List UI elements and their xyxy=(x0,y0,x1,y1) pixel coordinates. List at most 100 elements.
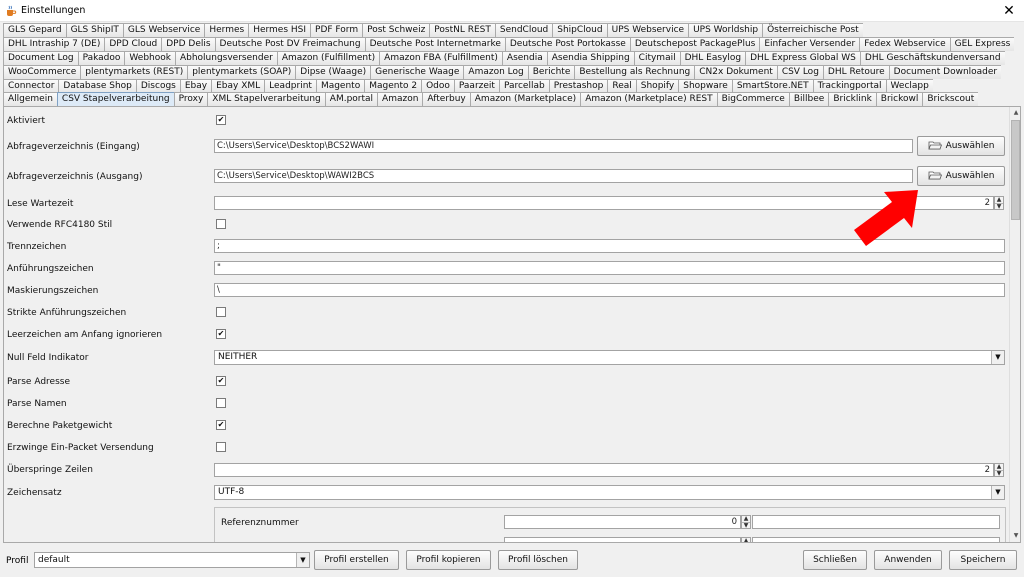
tab-amazon-marketplace[interactable]: Amazon (Marketplace) xyxy=(469,92,582,106)
profil-erstellen-button[interactable]: Profil erstellen xyxy=(314,550,399,570)
tab-shipcloud[interactable]: ShipCloud xyxy=(552,23,608,37)
tab-dhl-intraship-7-de[interactable]: DHL Intraship 7 (DE) xyxy=(3,37,106,51)
referenz-spinner-field[interactable]: 0 xyxy=(504,515,741,529)
tab-deutsche-post-internetmarke[interactable]: Deutsche Post Internetmarke xyxy=(364,37,506,51)
tab-shopware[interactable]: Shopware xyxy=(678,79,733,93)
tab-csv-log[interactable]: CSV Log xyxy=(776,65,824,79)
tab-trackingportal[interactable]: Trackingportal xyxy=(812,79,887,93)
tab-discogs[interactable]: Discogs xyxy=(135,79,181,93)
parse-adresse-checkbox[interactable]: ✔ xyxy=(216,376,226,386)
chevron-down-icon[interactable]: ▼ xyxy=(296,553,309,567)
zeichensatz-select[interactable]: UTF-8 ▼ xyxy=(214,485,1005,500)
tab-brickscout[interactable]: Brickscout xyxy=(922,92,979,106)
tab-billbee[interactable]: Billbee xyxy=(788,92,830,106)
tab-dhl-easylog[interactable]: DHL Easylog xyxy=(679,51,747,65)
spin-down-icon[interactable]: ▼ xyxy=(995,203,1003,210)
profil-kopieren-button[interactable]: Profil kopieren xyxy=(406,550,491,570)
tab-connector[interactable]: Connector xyxy=(3,79,60,93)
tab-real[interactable]: Real xyxy=(607,79,637,93)
tab-gls-webservice[interactable]: GLS Webservice xyxy=(122,23,206,37)
tab-asendia[interactable]: Asendia xyxy=(501,51,548,65)
tab-asendia-shipping[interactable]: Asendia Shipping xyxy=(546,51,635,65)
ausgang-choose-button[interactable]: Auswählen xyxy=(917,166,1005,186)
einpacket-checkbox[interactable] xyxy=(216,442,226,452)
tab-ups-worldship[interactable]: UPS Worldship xyxy=(688,23,764,37)
tab-dpd-cloud[interactable]: DPD Cloud xyxy=(104,37,163,51)
tab-plentymarkets-soap[interactable]: plentymarkets (SOAP) xyxy=(187,65,297,79)
scroll-down-icon[interactable]: ▼ xyxy=(1010,530,1020,542)
tab-einfacher-versender[interactable]: Einfacher Versender xyxy=(759,37,861,51)
tab-am-portal[interactable]: AM.portal xyxy=(324,92,379,106)
chevron-down-icon[interactable]: ▼ xyxy=(991,486,1004,499)
tab-parcellab[interactable]: Parcellab xyxy=(498,79,550,93)
close-icon[interactable]: ✕ xyxy=(994,0,1024,22)
chevron-down-icon[interactable]: ▼ xyxy=(991,351,1004,364)
tab-leadprint[interactable]: Leadprint xyxy=(264,79,317,93)
tab-xml-stapelverarbeitung[interactable]: XML Stapelverarbeitung xyxy=(207,92,326,106)
ueberspringe-spinner-field[interactable]: 2 xyxy=(214,463,994,477)
spin-down-icon[interactable]: ▼ xyxy=(742,522,750,529)
tab-cn2x-dokument[interactable]: CN2x Dokument xyxy=(694,65,778,79)
tab-webhook[interactable]: Webhook xyxy=(124,51,176,65)
tab-brickowl[interactable]: Brickowl xyxy=(875,92,924,106)
tab-dhl-geschäftskundenversand[interactable]: DHL Geschäftskundenversand xyxy=(859,51,1005,65)
tab-csv-stapelverarbeitung[interactable]: CSV Stapelverarbeitung xyxy=(56,92,175,106)
tab-abholungsversender[interactable]: Abholungsversender xyxy=(174,51,278,65)
tab-hermes[interactable]: Hermes xyxy=(204,23,250,37)
tab-dipse-waage[interactable]: Dipse (Waage) xyxy=(295,65,372,79)
eingang-path-field[interactable]: C:\Users\Service\Desktop\BCS2WAWI xyxy=(214,139,913,153)
nullfeld-select[interactable]: NEITHER ▼ xyxy=(214,350,1005,365)
referenz-extra-field[interactable] xyxy=(752,515,1000,529)
wartezeit-spinner-buttons[interactable]: ▲ ▼ xyxy=(994,196,1004,210)
tab-amazon-log[interactable]: Amazon Log xyxy=(463,65,529,79)
tab-gls-gepard[interactable]: GLS Gepard xyxy=(3,23,67,37)
tab-citymail[interactable]: Citymail xyxy=(633,51,681,65)
tab-gel-express[interactable]: GEL Express xyxy=(949,37,1015,51)
tab-dhl-retoure[interactable]: DHL Retoure xyxy=(822,65,890,79)
tab-smartstore-net[interactable]: SmartStore.NET xyxy=(731,79,814,93)
tab-pdf-form[interactable]: PDF Form xyxy=(310,23,364,37)
tab-odoo[interactable]: Odoo xyxy=(421,79,455,93)
tab-post-schweiz[interactable]: Post Schweiz xyxy=(362,23,431,37)
ausgang-path-field[interactable]: C:\Users\Service\Desktop\WAWI2BCS xyxy=(214,169,913,183)
tab-paarzeit[interactable]: Paarzeit xyxy=(453,79,500,93)
tab-prestashop[interactable]: Prestashop xyxy=(548,79,609,93)
tab-afterbuy[interactable]: Afterbuy xyxy=(422,92,471,106)
tab-dpd-delis[interactable]: DPD Delis xyxy=(161,37,216,51)
speichern-button[interactable]: Speichern xyxy=(949,550,1017,570)
tab-allgemein[interactable]: Allgemein xyxy=(3,92,58,106)
tab-shopify[interactable]: Shopify xyxy=(635,79,680,93)
parse-namen-checkbox[interactable] xyxy=(216,398,226,408)
tab-gls-shipit[interactable]: GLS ShipIT xyxy=(65,23,124,37)
spin-down-icon[interactable]: ▼ xyxy=(995,470,1003,477)
tab-woocommerce[interactable]: WooCommerce xyxy=(3,65,82,79)
maskierungszeichen-field[interactable]: \ xyxy=(214,283,1005,297)
tab-deutschepost-packageplus[interactable]: Deutschepost PackagePlus xyxy=(629,37,761,51)
tab-sendcloud[interactable]: SendCloud xyxy=(494,23,554,37)
tab-ebay[interactable]: Ebay xyxy=(179,79,213,93)
tab-amazon-fulfillment[interactable]: Amazon (Fulfillment) xyxy=(276,51,381,65)
tab-generische-waage[interactable]: Generische Waage xyxy=(370,65,465,79)
tab-amazon-fba-fulfillment[interactable]: Amazon FBA (Fulfillment) xyxy=(379,51,503,65)
tab-magento-2[interactable]: Magento 2 xyxy=(364,79,423,93)
tab-bricklink[interactable]: Bricklink xyxy=(828,92,877,106)
profil-select[interactable]: default ▼ xyxy=(34,552,310,568)
tab-hermes-hsi[interactable]: Hermes HSI xyxy=(248,23,312,37)
tab-weclapp[interactable]: Weclapp xyxy=(885,79,933,93)
anwenden-button[interactable]: Anwenden xyxy=(874,550,942,570)
tab-deutsche-post-dv-freimachung[interactable]: Deutsche Post DV Freimachung xyxy=(214,37,366,51)
tab-deutsche-post-portokasse[interactable]: Deutsche Post Portokasse xyxy=(504,37,631,51)
tab-dhl-express-global-ws[interactable]: DHL Express Global WS xyxy=(745,51,861,65)
tab-berichte[interactable]: Berichte xyxy=(527,65,576,79)
profil-loeschen-button[interactable]: Profil löschen xyxy=(498,550,578,570)
schliessen-button[interactable]: Schließen xyxy=(803,550,867,570)
aktiviert-checkbox[interactable]: ✔ xyxy=(216,115,226,125)
tab-bigcommerce[interactable]: BigCommerce xyxy=(716,92,790,106)
tab-document-downloader[interactable]: Document Downloader xyxy=(888,65,1002,79)
referenz-spinner-buttons[interactable]: ▲ ▼ xyxy=(741,515,751,529)
tab-ups-webservice[interactable]: UPS Webservice xyxy=(606,23,690,37)
scroll-thumb[interactable] xyxy=(1011,120,1020,220)
leerzeichen-checkbox[interactable]: ✔ xyxy=(216,329,226,339)
tab-plentymarkets-rest[interactable]: plentymarkets (REST) xyxy=(80,65,189,79)
rfc4180-checkbox[interactable] xyxy=(216,219,226,229)
